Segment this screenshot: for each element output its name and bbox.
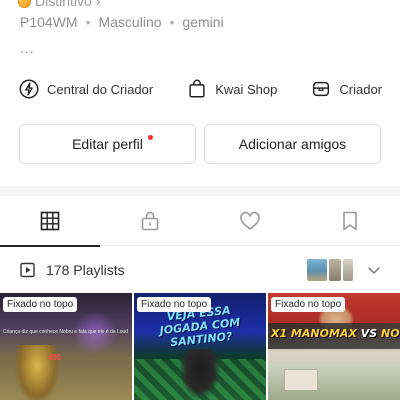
video-title-right: NOBRU	[381, 327, 400, 340]
add-friends-button[interactable]: Adicionar amigos	[204, 124, 381, 164]
meta-separator: •	[169, 14, 175, 30]
add-friends-label: Adicionar amigos	[238, 136, 347, 152]
section-divider	[0, 186, 400, 196]
video-title-left: X1 MANOMAX	[271, 327, 357, 340]
playlist-thumbnail	[342, 258, 354, 282]
pinned-label: Fixado no topo	[3, 297, 78, 312]
creator-box-icon	[313, 81, 330, 97]
video-grid: Fixado no topo Criança diz que conhece N…	[0, 293, 400, 400]
lightning-circle-icon	[19, 79, 39, 99]
video-thumbnail[interactable]: Fixado no topo VEJA ESSA JOGADA COM SANT…	[134, 293, 266, 400]
playlist-thumbnail	[306, 258, 328, 282]
playlists-link[interactable]: 178 Playlists	[20, 262, 125, 278]
thumbnail-character	[180, 349, 220, 399]
shortcut-row: Central do Criador Kwai Shop Criador	[18, 76, 382, 102]
grid-icon	[40, 211, 60, 231]
video-score: 495	[48, 353, 62, 362]
kwai-shop-label: Kwai Shop	[215, 81, 278, 97]
profile-meta: P104WM • Masculino • gemini	[20, 12, 224, 32]
bio-more[interactable]: ...	[20, 40, 35, 56]
playlist-thumbnail	[328, 258, 342, 282]
creator-center-label: Central do Criador	[47, 81, 154, 97]
edit-profile-button[interactable]: Editar perfil	[19, 124, 196, 164]
content-tabs	[0, 196, 400, 247]
video-thumbnail[interactable]: Fixado no topo Criança diz que conhece N…	[0, 293, 132, 400]
playlists-count: 178 Playlists	[46, 262, 125, 278]
video-title: X1 MANOMAX VS NOBRU	[271, 327, 400, 340]
notification-dot	[148, 135, 153, 140]
distintivo-badge[interactable]: Distintivo ›	[18, 0, 101, 9]
video-thumbnail[interactable]: Fixado no topo X1 MANOMAX VS NOBRU	[268, 293, 400, 400]
playlist-thumbnails[interactable]	[306, 258, 356, 282]
creator-link[interactable]: Criador	[310, 78, 382, 100]
pinned-label: Fixado no topo	[137, 297, 212, 312]
badge-label: Distintivo	[35, 0, 92, 9]
thumbnail-house	[284, 369, 318, 391]
playlist-icon	[20, 262, 35, 278]
badge-icon	[18, 0, 31, 8]
user-id: P104WM	[20, 14, 78, 30]
tab-saved[interactable]	[300, 196, 400, 246]
tab-liked[interactable]	[200, 196, 300, 246]
meta-separator: •	[85, 14, 91, 30]
profile-actions: Editar perfil Adicionar amigos	[19, 124, 381, 164]
creator-center-link[interactable]: Central do Criador	[18, 78, 153, 100]
edit-profile-label: Editar perfil	[72, 136, 143, 152]
bookmark-icon	[343, 211, 357, 231]
tab-posts[interactable]	[0, 196, 100, 247]
lock-icon	[141, 211, 159, 231]
tab-private[interactable]	[100, 196, 200, 246]
gender-label: Masculino	[98, 14, 162, 30]
heart-icon	[240, 211, 260, 230]
video-caption: Criança diz que conhece Nobru e fala que…	[3, 329, 129, 335]
chevron-down-icon[interactable]	[366, 262, 382, 278]
shopping-bag-icon	[189, 79, 205, 98]
creator-label: Criador	[339, 81, 382, 97]
playlists-row: 178 Playlists	[0, 254, 400, 286]
chevron-right-icon: ›	[95, 0, 101, 9]
zodiac-label: gemini	[182, 14, 224, 30]
kwai-shop-link[interactable]: Kwai Shop	[186, 78, 277, 100]
pinned-label: Fixado no topo	[271, 297, 346, 312]
video-title-vs: VS	[360, 327, 378, 340]
